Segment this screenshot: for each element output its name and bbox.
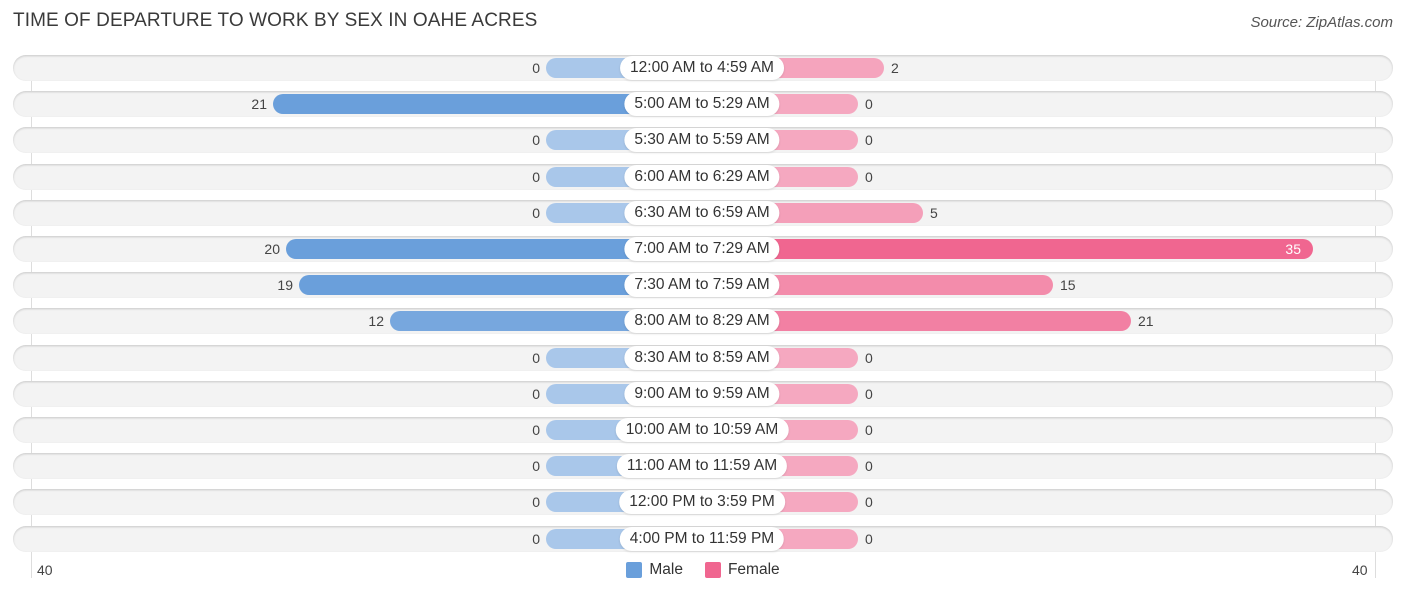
category-label: 12:00 PM to 3:59 PM bbox=[619, 490, 785, 515]
category-label: 7:30 AM to 7:59 AM bbox=[624, 273, 780, 298]
female-value-label: 0 bbox=[865, 96, 873, 113]
category-label: 12:00 AM to 4:59 AM bbox=[620, 56, 784, 80]
legend: Male Female bbox=[0, 561, 1406, 579]
male-value-label: 0 bbox=[532, 132, 540, 149]
category-label: 6:30 AM to 6:59 AM bbox=[624, 200, 780, 225]
female-value-label: 0 bbox=[865, 422, 873, 438]
legend-item-female: Female bbox=[704, 561, 780, 579]
category-label: 6:00 AM to 6:29 AM bbox=[624, 164, 780, 189]
category-label: 10:00 AM to 10:59 AM bbox=[615, 418, 789, 442]
female-value-label: 0 bbox=[865, 385, 873, 402]
legend-label-female: Female bbox=[727, 561, 780, 578]
legend-label-male: Male bbox=[649, 561, 683, 578]
female-bar bbox=[702, 239, 1313, 259]
male-value-label: 0 bbox=[532, 530, 540, 547]
female-value-label: 0 bbox=[865, 168, 873, 185]
category-label: 4:00 PM to 11:59 PM bbox=[619, 526, 785, 551]
female-value-label: 21 bbox=[1138, 313, 1154, 330]
female-value-label: 15 bbox=[1060, 277, 1076, 294]
male-value-label: 20 bbox=[264, 241, 280, 257]
category-label: 7:00 AM to 7:29 AM bbox=[624, 237, 780, 261]
male-value-label: 19 bbox=[277, 277, 293, 294]
male-value-label: 0 bbox=[532, 458, 540, 475]
category-label: 8:00 AM to 8:29 AM bbox=[624, 309, 780, 334]
category-label: 9:00 AM to 9:59 AM bbox=[624, 381, 780, 406]
female-value-label: 0 bbox=[865, 349, 873, 366]
category-label: 5:30 AM to 5:59 AM bbox=[624, 128, 780, 153]
female-value-label: 0 bbox=[865, 132, 873, 149]
category-label: 8:30 AM to 8:59 AM bbox=[624, 345, 780, 370]
male-value-label: 0 bbox=[532, 422, 540, 438]
male-value-label: 21 bbox=[251, 96, 267, 113]
legend-swatch-male bbox=[626, 562, 643, 578]
male-value-label: 0 bbox=[532, 60, 540, 76]
male-value-label: 0 bbox=[532, 494, 540, 511]
male-value-label: 0 bbox=[532, 349, 540, 366]
legend-item-male: Male bbox=[626, 561, 683, 579]
female-value-label: 0 bbox=[865, 494, 873, 511]
male-value-label: 0 bbox=[532, 204, 540, 221]
female-value-label: 35 bbox=[1285, 241, 1301, 257]
male-value-label: 0 bbox=[532, 385, 540, 402]
female-value-label: 0 bbox=[865, 458, 873, 475]
female-value-label: 2 bbox=[891, 60, 899, 76]
male-value-label: 0 bbox=[532, 168, 540, 185]
legend-swatch-female bbox=[704, 562, 721, 578]
category-label: 5:00 AM to 5:29 AM bbox=[624, 92, 780, 117]
diverging-bar-chart: 0 2 12:00 AM to 4:59 AM 21 0 5:00 AM to 5:29 … bbox=[0, 0, 1406, 594]
male-value-label: 12 bbox=[368, 313, 384, 330]
female-value-label: 5 bbox=[930, 204, 938, 221]
category-label: 11:00 AM to 11:59 AM bbox=[616, 454, 788, 479]
female-value-label: 0 bbox=[865, 530, 873, 547]
